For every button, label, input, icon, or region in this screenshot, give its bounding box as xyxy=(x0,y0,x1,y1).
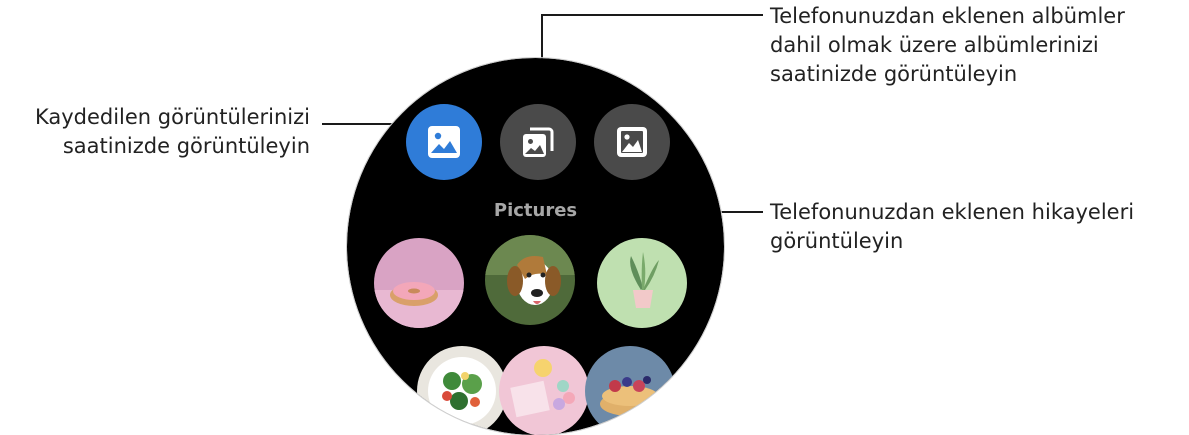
callout-line: görüntüleyin xyxy=(770,229,904,253)
callout-view-albums: Telefonunuzdan eklenen albümler dahil ol… xyxy=(770,2,1125,89)
thumbnail-pancakes-berries[interactable] xyxy=(585,346,675,435)
watch-screen: Pictures xyxy=(347,58,724,435)
thumbnail-salad[interactable] xyxy=(417,346,507,435)
callout-line: Telefonunuzdan eklenen hikayeleri xyxy=(770,200,1135,224)
leader-line-top-horizontal xyxy=(541,14,763,16)
tab-albums[interactable] xyxy=(500,104,576,180)
callout-view-saved-images: Kaydedilen görüntülerinizi saatinizde gö… xyxy=(10,103,310,161)
tab-pictures[interactable] xyxy=(406,104,482,180)
thumbnail-macarons[interactable] xyxy=(499,346,589,435)
section-title: Pictures xyxy=(493,200,578,221)
thumbnail-donut[interactable] xyxy=(374,238,464,328)
callout-line: saatinizde görüntüleyin xyxy=(62,134,310,158)
thumbnail-potted-plant[interactable] xyxy=(597,238,687,328)
thumbnail-beagle-dog[interactable] xyxy=(485,235,575,325)
story-icon xyxy=(617,127,647,157)
callout-line: dahil olmak üzere albümlerinizi xyxy=(770,33,1099,57)
callout-line: Telefonunuzdan eklenen albümler xyxy=(770,4,1125,28)
callout-line: Kaydedilen görüntülerinizi xyxy=(34,105,310,129)
callout-view-stories: Telefonunuzdan eklenen hikayeleri görünt… xyxy=(770,198,1134,256)
callout-line: saatinizde görüntüleyin xyxy=(770,62,1018,86)
image-icon xyxy=(428,126,460,158)
album-stack-icon xyxy=(523,127,554,157)
tab-stories[interactable] xyxy=(594,104,670,180)
